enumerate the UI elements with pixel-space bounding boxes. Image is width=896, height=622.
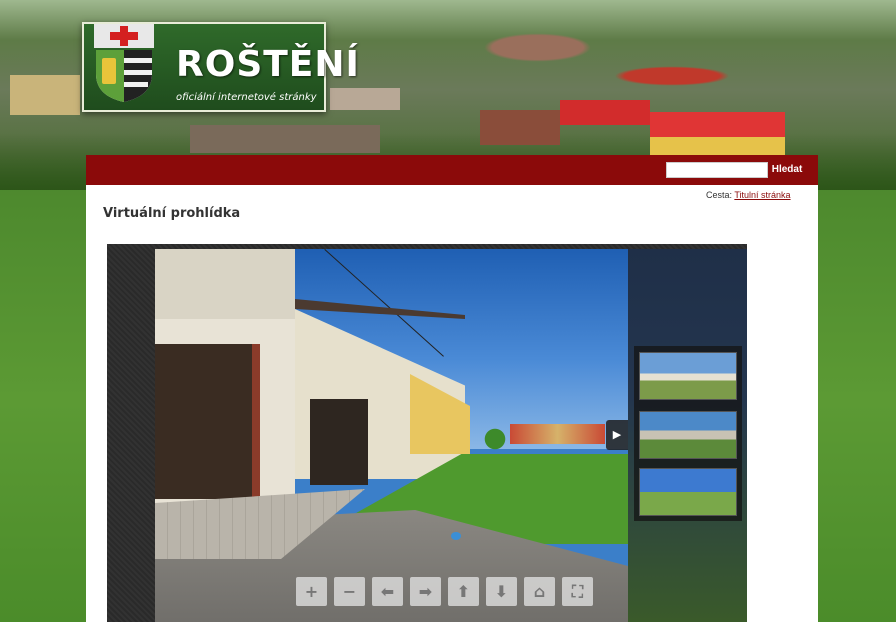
- breadcrumb: Cesta: Titulní stránka: [706, 190, 791, 200]
- banner-roof: [190, 125, 380, 153]
- home-icon[interactable]: ⌂: [524, 577, 555, 606]
- arrow-left-icon[interactable]: ⬅: [372, 577, 403, 606]
- viewer-toolbar: + − ⬅ ➡ ⬆ ⬇ ⌂ ⛶: [296, 577, 593, 607]
- zoom-out-icon[interactable]: −: [334, 577, 365, 606]
- panorama-view[interactable]: [155, 249, 628, 622]
- pano-garage-mid: [310, 399, 368, 485]
- banner-roof: [650, 112, 785, 137]
- pano-hotspot-marker[interactable]: [451, 532, 461, 540]
- fullscreen-icon[interactable]: ⛶: [562, 577, 593, 606]
- zoom-in-icon[interactable]: +: [296, 577, 327, 606]
- banner-roof: [330, 88, 400, 110]
- banner-roof: [560, 100, 650, 125]
- scene-thumbnail-1[interactable]: [639, 352, 737, 400]
- pano-building-left-top: [155, 249, 295, 319]
- scene-thumbnail-2[interactable]: [639, 411, 737, 459]
- page-title: Virtuální prohlídka: [103, 206, 241, 221]
- banner-roof: [480, 110, 560, 145]
- pano-distant-houses: [510, 424, 605, 444]
- breadcrumb-prefix: Cesta:: [706, 190, 733, 200]
- site-subtitle: oficiální internetové stránky: [176, 92, 317, 103]
- arrow-down-icon[interactable]: ⬇: [486, 577, 517, 606]
- coat-of-arms-icon: [94, 24, 154, 102]
- search-input[interactable]: [666, 162, 768, 178]
- pano-garage-left: [155, 344, 260, 499]
- banner-roof: [10, 75, 80, 115]
- arrow-right-icon[interactable]: ➡: [410, 577, 441, 606]
- search-button[interactable]: Hledat: [770, 162, 804, 178]
- pano-trees: [475, 424, 515, 454]
- arrow-up-icon[interactable]: ⬆: [448, 577, 479, 606]
- site-name[interactable]: ROŠTĚNÍ: [176, 44, 360, 85]
- scene-thumbnail-3[interactable]: [639, 468, 737, 516]
- play-icon[interactable]: ▶: [606, 420, 628, 450]
- breadcrumb-link-home[interactable]: Titulní stránka: [734, 190, 790, 200]
- banner-wall: [650, 137, 785, 157]
